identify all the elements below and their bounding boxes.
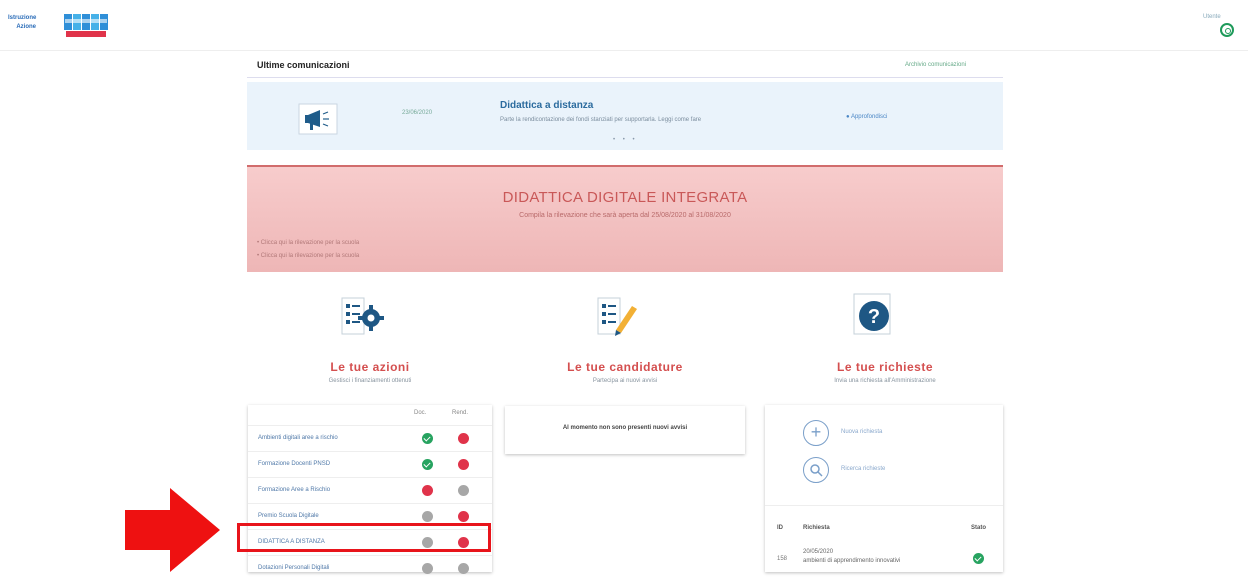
search-request-button[interactable] (803, 457, 829, 483)
ddi-banner: DIDATTICA DIGITALE INTEGRATA Compila la … (247, 165, 1003, 272)
col-rend-header: Rend. (452, 410, 469, 416)
request-status-icon (973, 553, 984, 564)
doc-status-na-icon (422, 511, 433, 522)
action-label[interactable]: Dotazioni Personali Digitali (258, 565, 329, 571)
rend-status-na-icon (458, 485, 469, 496)
search-icon (810, 464, 823, 477)
col-id-header: ID (777, 525, 783, 531)
archive-link[interactable]: Archivio comunicazioni (905, 62, 966, 68)
communications-title: Ultime comunicazioni (257, 60, 350, 70)
action-label[interactable]: Formazione Docenti PNSD (258, 461, 330, 467)
banner-title: DIDATTICA DIGITALE INTEGRATA (502, 189, 748, 206)
candidature-title: Le tue candidature (567, 360, 683, 374)
candidature-card: Al momento non sono presenti nuovi avvis… (505, 406, 745, 454)
banner-subtitle: Compila la rilevazione che sarà aperta d… (519, 212, 731, 219)
carousel-dots[interactable]: • • • (613, 137, 638, 143)
plus-icon: + (810, 422, 822, 442)
rend-status-missing-icon (458, 433, 469, 444)
highlight-box (237, 523, 491, 552)
scuola-digitale-logo[interactable] (62, 12, 110, 38)
add-request-label[interactable]: Nuova richiesta (841, 429, 882, 435)
action-label[interactable]: Premio Scuola Digitale (258, 513, 319, 519)
communication-text: Parte la rendicontazione dei fondi stanz… (500, 117, 702, 123)
requests-card: + Nuova richiesta Ricerca richieste ID R… (765, 405, 1003, 572)
arrow-right-icon (125, 488, 220, 572)
banner-link[interactable]: Clicca qui la rilevazione per la scuola (257, 237, 359, 250)
add-request-button[interactable]: + (803, 420, 829, 446)
top-bar (0, 0, 1248, 51)
rend-status-na-icon (458, 563, 469, 574)
user-avatar-icon[interactable] (1220, 23, 1234, 37)
doc-status-ok-icon (422, 459, 433, 470)
request-id: 158 (777, 556, 788, 562)
svg-text:?: ? (868, 306, 880, 328)
gear-list-icon (341, 297, 384, 335)
megaphone-icon (298, 103, 338, 135)
col-status-header: Stato (971, 525, 986, 531)
checklist-pencil-icon (597, 297, 637, 336)
banner-link[interactable]: Clicca qui la rilevazione per la scuola (257, 250, 359, 263)
rend-status-missing-icon (458, 459, 469, 470)
info-icon: ● (846, 114, 850, 120)
actions-subtitle: Gestisci i finanziamenti ottenuti (328, 378, 412, 384)
action-row[interactable]: Ambienti digitali aree a rischio (248, 425, 492, 452)
action-row[interactable]: Formazione Docenti PNSD (248, 451, 492, 478)
request-text: ambienti di apprendimento innovativi (803, 558, 901, 564)
action-row[interactable]: Formazione Aree a Rischio (248, 477, 492, 504)
doc-status-na-icon (422, 563, 433, 574)
brand-line-1: Istruzione (8, 15, 37, 21)
request-row[interactable]: 20/05/2020 ambienti di apprendimento inn… (803, 548, 963, 566)
communication-title: Didattica a distanza (500, 100, 594, 111)
search-request-label[interactable]: Ricerca richieste (841, 466, 885, 472)
col-doc-header: Doc. (414, 410, 427, 416)
requests-subtitle: Invia una richiesta all'Amministrazione (834, 378, 936, 384)
action-label[interactable]: Formazione Aree a Rischio (258, 487, 330, 493)
communication-more-label: Approfondisci (850, 114, 888, 120)
doc-status-missing-icon (422, 485, 433, 496)
communication-date: 23/06/2020 (402, 110, 433, 116)
banner-links: Clicca qui la rilevazione per la scuola … (257, 237, 359, 263)
help-question-icon: ? (853, 293, 891, 335)
doc-status-ok-icon (422, 433, 433, 444)
action-label[interactable]: Ambienti digitali aree a rischio (258, 435, 338, 441)
brand-text[interactable]: Istruzione Azione (8, 14, 36, 32)
divider (765, 505, 1003, 506)
communication-more-link[interactable]: ● Approfondisci (846, 114, 887, 120)
requests-title: Le tue richieste (836, 360, 934, 374)
no-calls-message: Al momento non sono presenti nuovi avvis… (562, 425, 688, 431)
divider (247, 77, 1003, 78)
actions-title: Le tue azioni (330, 360, 410, 374)
action-row[interactable]: Dotazioni Personali Digitali (248, 555, 492, 582)
user-label: Utente (1203, 14, 1221, 20)
brand-line-2: Azione (16, 24, 36, 30)
candidature-subtitle: Partecipa ai nuovi avvisi (592, 378, 658, 384)
col-request-header: Richiesta (803, 525, 830, 531)
request-date: 20/05/2020 (803, 549, 834, 555)
rend-status-missing-icon (458, 511, 469, 522)
